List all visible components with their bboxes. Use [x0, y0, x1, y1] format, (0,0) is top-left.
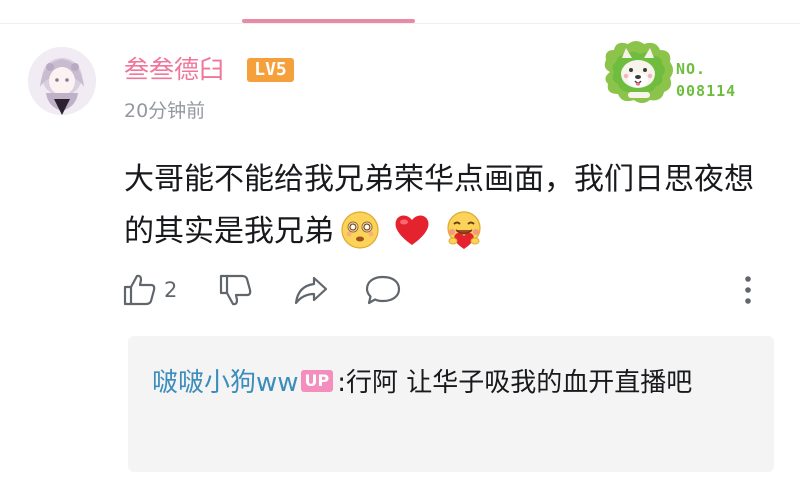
reply-separator: : — [337, 368, 347, 398]
avatar-image — [28, 47, 96, 115]
fan-badge-number: 008114 — [676, 82, 737, 100]
fan-badge-icon — [600, 38, 678, 106]
reply-body: 行阿 让华子吸我的血开直播吧 — [346, 368, 693, 398]
avatar[interactable] — [28, 47, 96, 115]
reply-username[interactable]: 啵啵小狗ww — [152, 368, 299, 398]
share-arrow-icon — [294, 276, 328, 305]
comment-text: 大哥能不能给我兄弟荣华点画面，我们日思夜想的其实是我兄弟 — [124, 154, 774, 258]
timestamp: 20分钟前 — [124, 100, 206, 122]
more-vertical-icon — [745, 276, 751, 304]
level-badge: LV5 — [247, 58, 294, 82]
comment-actions: 2 — [122, 270, 782, 310]
thumbs-up-icon — [123, 274, 156, 306]
share-button[interactable] — [292, 270, 330, 310]
username[interactable]: 叁叁德臼 — [124, 55, 224, 85]
hugging-heart-face-emoji — [447, 210, 481, 249]
like-count: 2 — [164, 278, 178, 302]
comment-bubble-icon — [365, 275, 401, 305]
top-divider — [0, 23, 800, 24]
thumbs-down-icon — [219, 274, 252, 306]
like-button[interactable]: 2 — [122, 270, 177, 310]
reply-text: 啵啵小狗ww UP:行阿 让华子吸我的血开直播吧 — [152, 360, 752, 406]
fan-badge-label: NO. — [676, 60, 707, 78]
comment-text-body: 大哥能不能给我兄弟荣华点画面，我们日思夜想的其实是我兄弟 — [124, 162, 754, 249]
reply-button[interactable] — [364, 270, 402, 310]
up-badge: UP — [300, 369, 334, 392]
reply-preview[interactable]: 啵啵小狗ww UP:行阿 让华子吸我的血开直播吧 — [128, 336, 774, 472]
dizzy-face-emoji — [341, 210, 379, 249]
dislike-button[interactable] — [218, 270, 254, 310]
red-heart-emoji — [395, 215, 429, 245]
more-options-button[interactable] — [742, 270, 754, 310]
